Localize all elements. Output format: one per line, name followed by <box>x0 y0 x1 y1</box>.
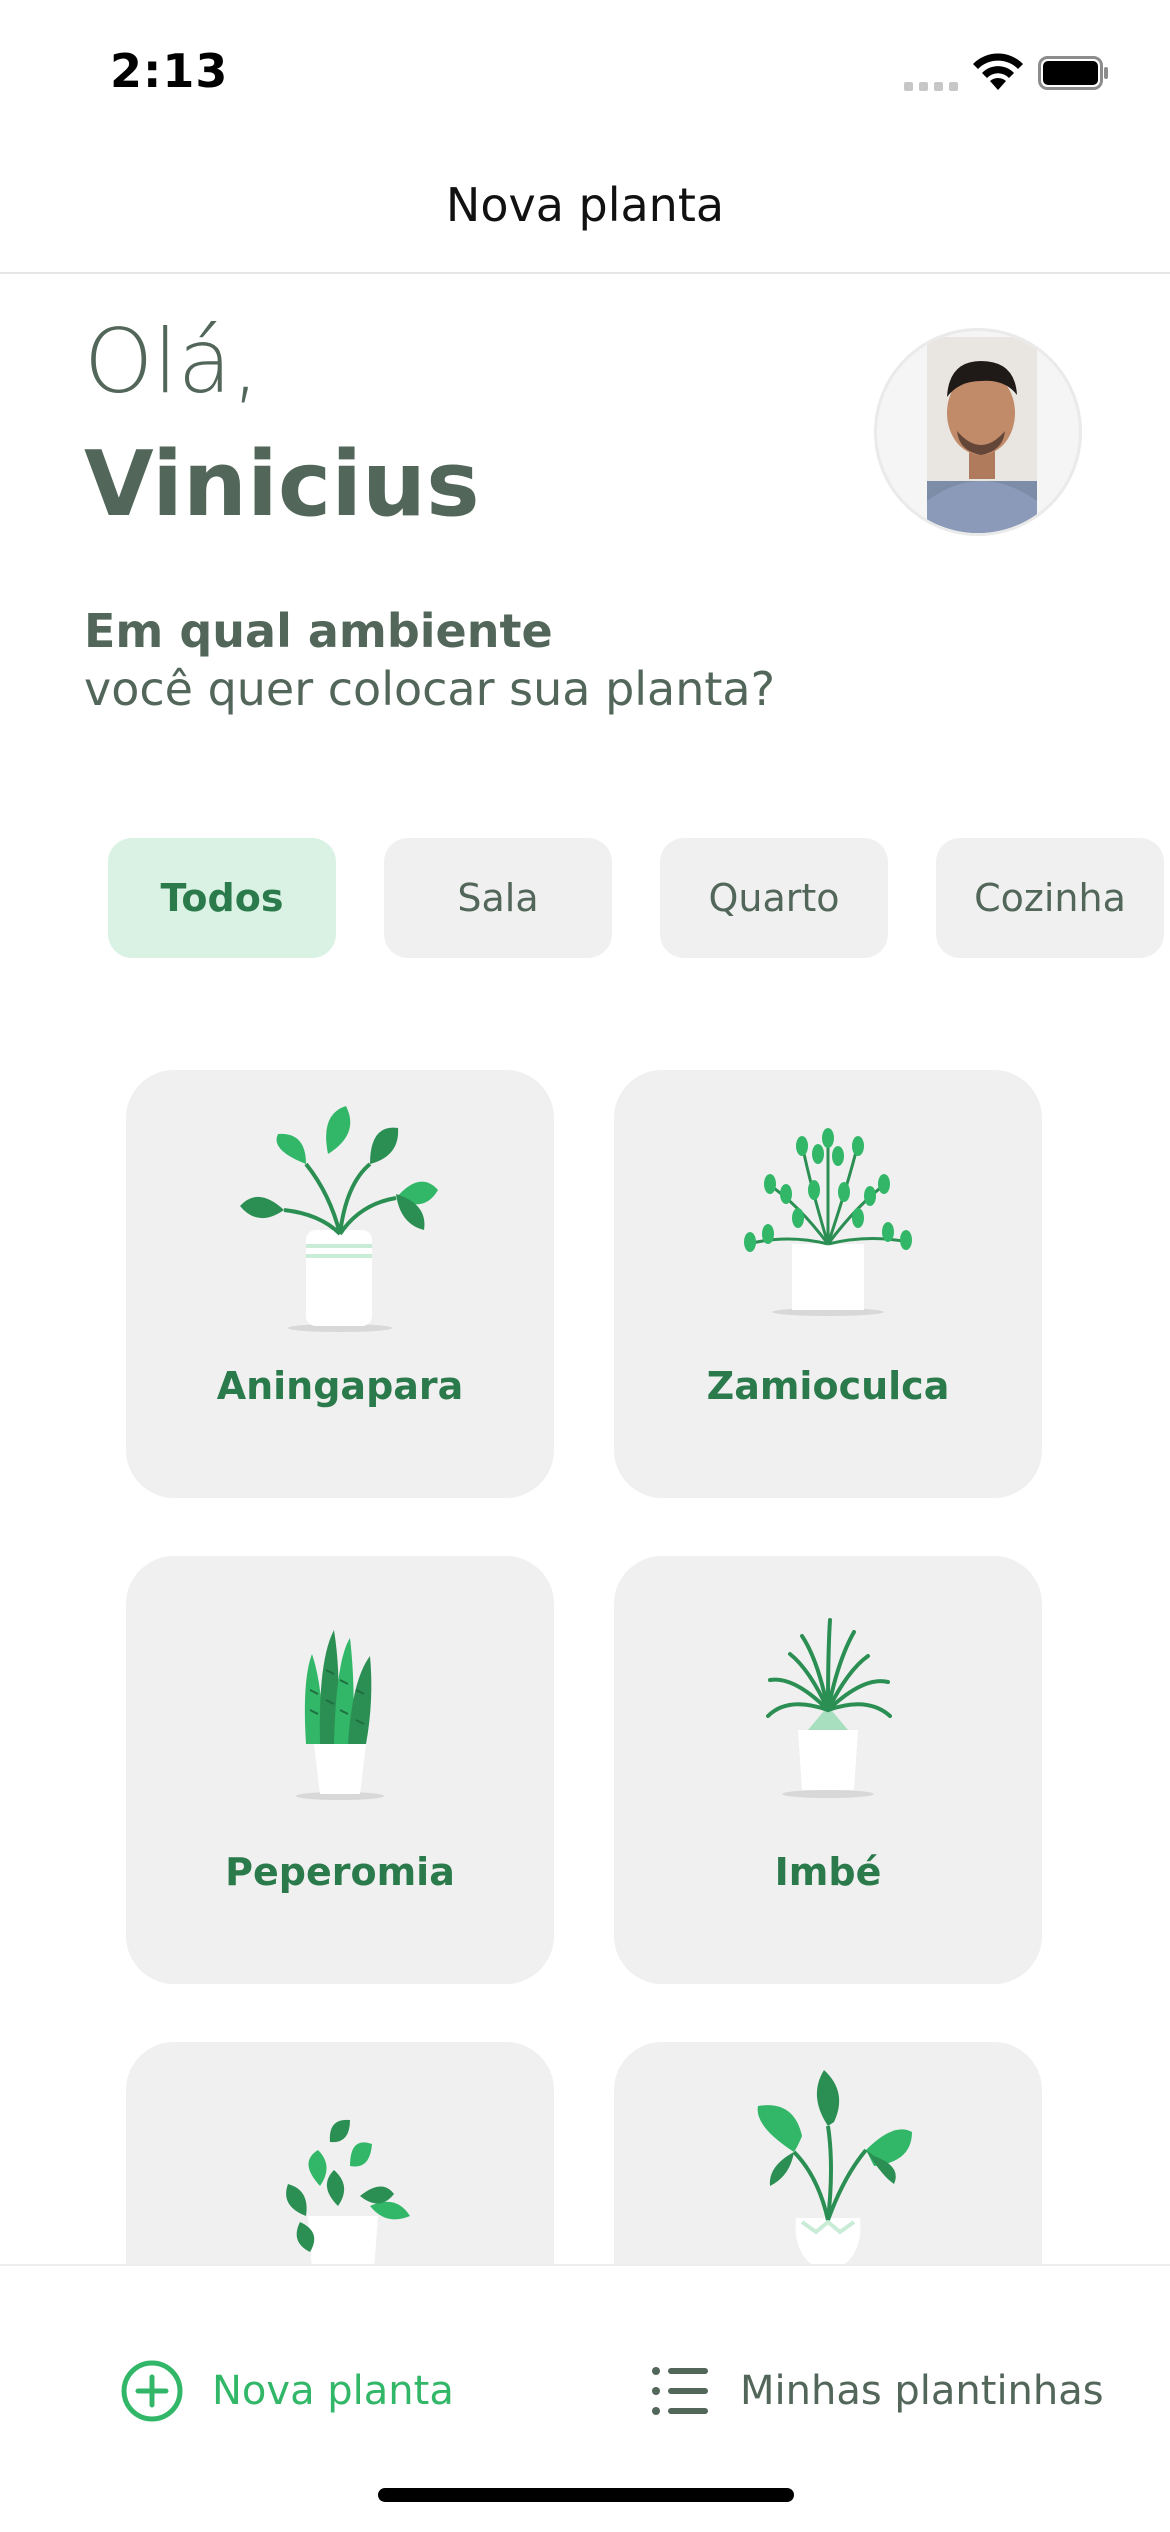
environment-chips: Todos Sala Quarto Cozinha <box>0 838 1170 960</box>
user-avatar-icon <box>927 337 1037 533</box>
spider-plant-icon <box>766 1618 892 1798</box>
plant-card[interactable] <box>126 2042 554 2264</box>
wifi-icon <box>973 53 1023 90</box>
fern-plant-icon <box>744 1128 912 1316</box>
ivy-plant-icon <box>286 2119 410 2264</box>
pothos-plant-icon <box>240 1106 438 1332</box>
tab-my-plants[interactable]: Minhas plantinhas <box>648 2316 1104 2466</box>
plant-name: Imbé <box>774 1850 882 1894</box>
tab-new-plant-label: Nova planta <box>212 2368 454 2414</box>
plant-card[interactable]: Peperomia <box>126 1556 554 1984</box>
plant-card[interactable]: Aningapara <box>126 1070 554 1498</box>
status-time: 2:13 <box>110 44 229 98</box>
chip-cozinha[interactable]: Cozinha <box>936 838 1164 958</box>
plant-card[interactable]: Zamioculca <box>614 1070 1042 1498</box>
chip-quarto[interactable]: Quarto <box>660 838 888 958</box>
add-circle-icon <box>121 2360 183 2422</box>
tab-new-plant[interactable]: Nova planta <box>120 2316 454 2466</box>
greeting-hello: Olá, <box>84 310 260 413</box>
question-title: Em qual ambiente <box>84 604 553 658</box>
caladium-plant-icon <box>757 2070 912 2264</box>
signal-icon <box>904 82 960 92</box>
avatar[interactable] <box>874 328 1082 536</box>
chip-todos[interactable]: Todos <box>108 838 336 958</box>
plant-name: Zamioculca <box>706 1364 950 1408</box>
tab-my-plants-label: Minhas plantinhas <box>740 2368 1104 2414</box>
header: Nova planta <box>0 140 1170 274</box>
list-icon <box>652 2367 708 2415</box>
home-indicator <box>378 2488 794 2502</box>
plant-name: Peperomia <box>225 1850 455 1894</box>
question-subtitle: você quer colocar sua planta? <box>84 662 776 716</box>
greeting-name: Vinicius <box>84 432 480 537</box>
plant-name: Aningapara <box>216 1364 464 1408</box>
page-title: Nova planta <box>445 178 725 232</box>
status-bar: 2:13 <box>0 0 1170 140</box>
battery-icon <box>1038 56 1108 90</box>
snake-plant-icon <box>296 1630 384 1800</box>
plant-card[interactable]: Imbé <box>614 1556 1042 1984</box>
chip-sala[interactable]: Sala <box>384 838 612 958</box>
plant-card[interactable] <box>614 2042 1042 2264</box>
plant-grid: Aningapara Zamioculca Peperomia Imbé <box>0 1070 1170 2264</box>
